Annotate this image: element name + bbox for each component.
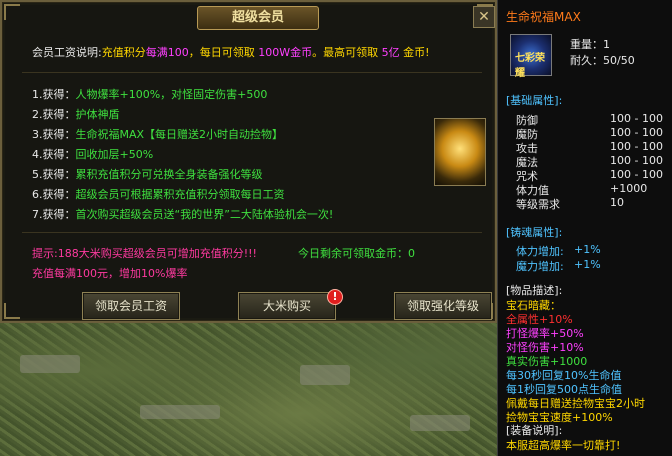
benefit-item: 4.获得：回收加层+50%	[32, 148, 154, 161]
super-member-dialog: 超级会员 ✕ 会员工资说明:充值积分每满100，每日可领取 100W金币。最高可…	[0, 0, 497, 323]
alert-icon: !	[327, 289, 343, 305]
buy-with-rice-button[interactable]: 大米购买	[238, 292, 336, 320]
dialog-title: 超级会员	[197, 6, 319, 30]
game-world-terrain	[0, 315, 500, 456]
benefit-item: 7.获得：首次购买超级会员送“我的世界”二大陆体验机会一次!	[32, 208, 334, 221]
item-icon: 七彩荣耀	[510, 34, 552, 79]
item-durability: 耐久：50/50	[570, 54, 635, 67]
recharge-note: 充值每满100元，增加10%爆率	[32, 267, 188, 280]
equip-note: 本服超高爆率一切靠打!	[506, 439, 621, 452]
description-header: [物品描述]:	[506, 284, 563, 297]
benefit-item: 2.获得：护体神盾	[32, 108, 120, 121]
item-weight: 重量：1	[570, 38, 610, 51]
soul-stats-header: [铸魂属性]:	[506, 226, 563, 239]
benefit-item: 5.获得：累积充值积分可兑换全身装备强化等级	[32, 168, 263, 181]
claim-wage-button[interactable]: 领取会员工资	[82, 292, 180, 320]
wage-description: 会员工资说明:充值积分每满100，每日可领取 100W金币。最高可领取 5亿 金…	[32, 46, 430, 59]
item-name: 生命祝福MAX	[506, 10, 581, 24]
item-tooltip: 生命祝福MAX 七彩荣耀 重量：1 耐久：50/50 [基础属性]: 防御 100…	[497, 0, 672, 456]
today-remaining: 今日剩余可领取金币：0	[298, 247, 415, 260]
benefit-item: 3.获得：生命祝福MAX【每日赠送2小时自动捡物】	[32, 128, 284, 141]
benefit-item: 1.获得：人物爆率+100%，对怪固定伤害+500	[32, 88, 268, 101]
base-stats-header: [基础属性]:	[506, 94, 563, 107]
golden-armor-icon	[434, 118, 486, 186]
benefit-item: 6.获得：超级会员可根据累积充值积分领取每日工资	[32, 188, 285, 201]
tip-text: 提示:188大米购买超级会员可增加充值积分!!!	[32, 247, 257, 260]
close-icon[interactable]: ✕	[473, 6, 495, 28]
equip-note-header: [装备说明]:	[506, 424, 563, 437]
claim-level-button[interactable]: 领取强化等级	[394, 292, 492, 320]
